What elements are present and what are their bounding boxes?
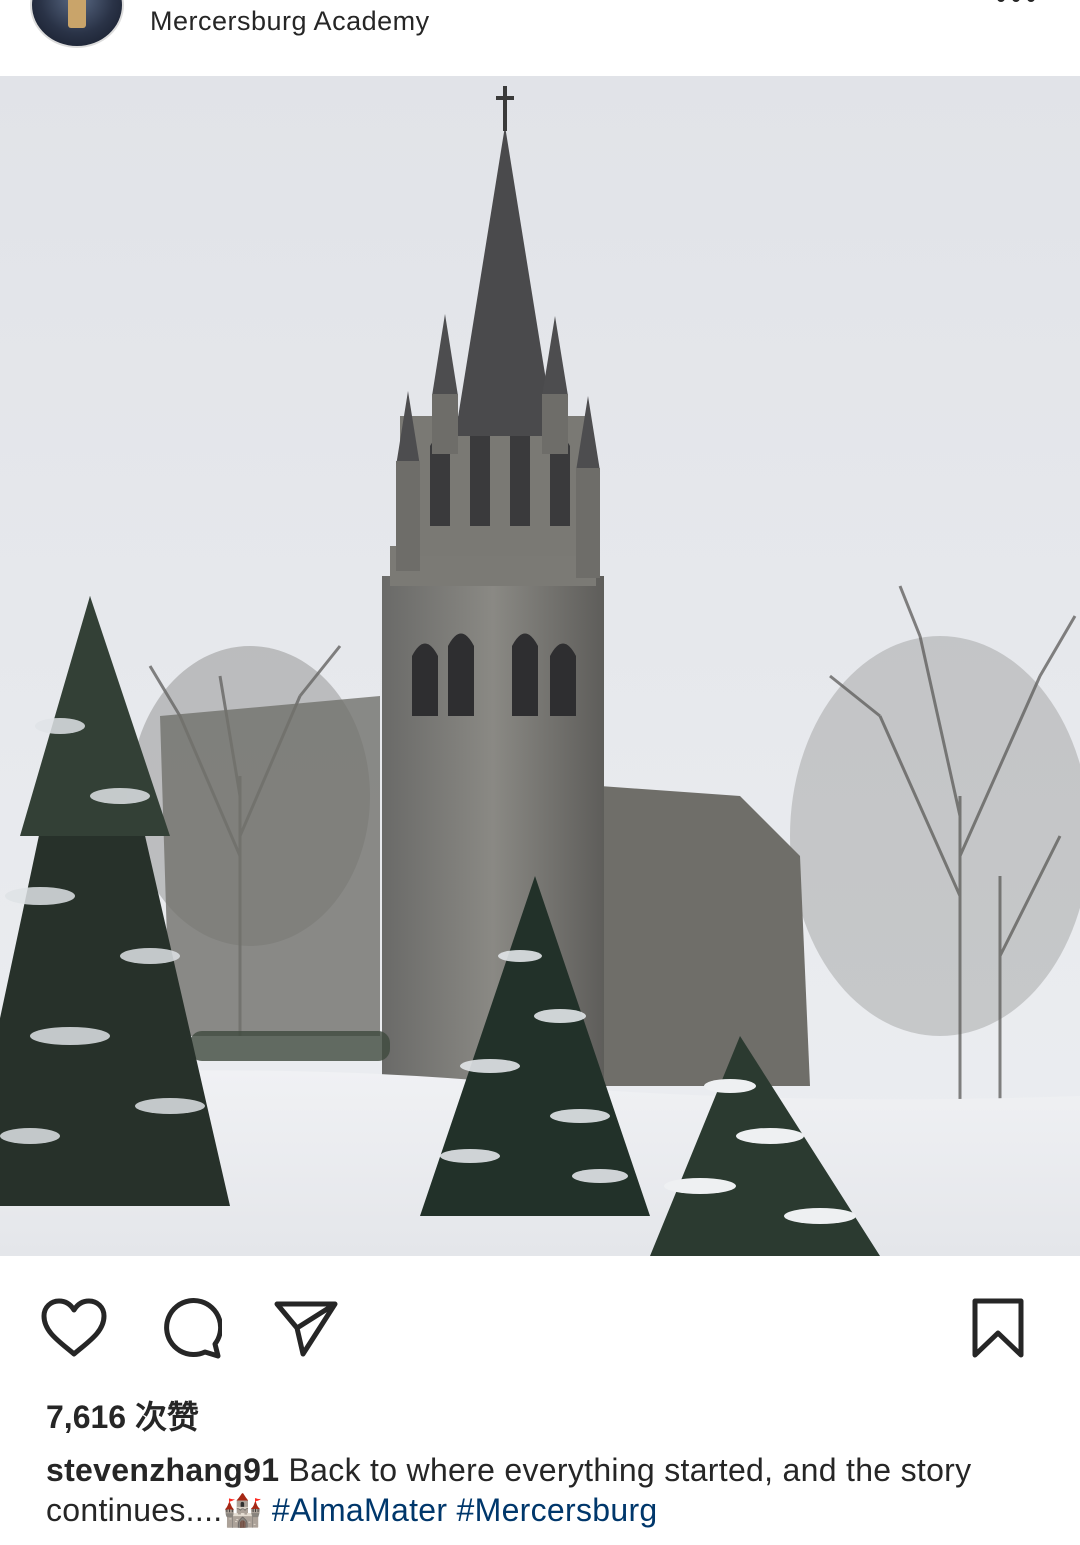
hashtag-link[interactable]: #AlmaMater [272,1492,448,1528]
post-photo[interactable] [0,76,1080,1256]
hashtag-link[interactable]: #Mercersburg [457,1492,658,1528]
likes-count[interactable]: 7,616 次赞 [46,1392,199,1438]
like-button[interactable] [38,1292,110,1364]
avatar[interactable] [30,0,124,48]
save-button[interactable] [962,1292,1034,1364]
comment-icon [164,1298,222,1359]
heart-icon [41,1298,107,1357]
avatar-figure [68,0,86,28]
paper-plane-icon [274,1301,338,1357]
church-snow-scene [0,76,1080,1256]
action-bar [0,1256,1080,1386]
bookmark-icon [972,1298,1024,1358]
post-location[interactable]: Mercersburg Academy [150,6,430,37]
castle-emoji: 🏰 [222,1491,263,1529]
post-caption: stevenzhang91 Back to where everything s… [46,1450,1036,1530]
more-options-icon [997,0,1005,2]
post-header: Mercersburg Academy [0,0,1080,76]
caption-username[interactable]: stevenzhang91 [46,1452,279,1488]
share-button[interactable] [270,1292,342,1364]
more-options-icon [1012,0,1020,2]
more-options-button[interactable] [992,0,1040,8]
more-options-icon [1027,0,1035,2]
comment-button[interactable] [154,1292,226,1364]
